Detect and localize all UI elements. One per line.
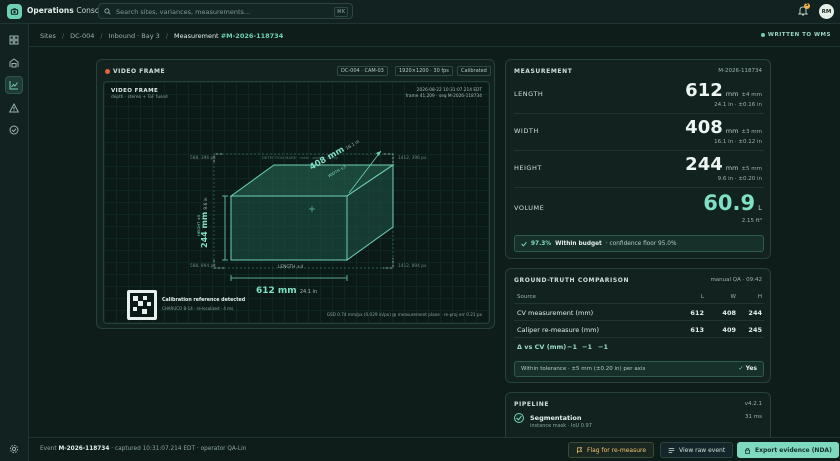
step-check-icon bbox=[514, 413, 524, 423]
top-bar: Operations Console Search sites, varianc… bbox=[0, 0, 840, 24]
coord-bottom-right: 1412, 894 px bbox=[398, 264, 427, 269]
table-row: Caliper re-measure (mm) 613 409 245 bbox=[514, 321, 764, 338]
view-raw-event-button[interactable]: View raw event bbox=[660, 442, 734, 458]
alert-icon[interactable] bbox=[5, 99, 23, 117]
pipeline-version: v4.2.1 bbox=[744, 401, 762, 407]
video-frame-panel: VIDEO FRAME DC-004 · CAM-03 1920×1200 · … bbox=[96, 59, 495, 329]
resolution-chip: 1920×1200 · 30 fps bbox=[395, 66, 453, 76]
breadcrumb-id: #M-2026-118734 bbox=[220, 32, 284, 40]
height-label: HEIGHT bbox=[514, 164, 542, 172]
status-dot-icon bbox=[760, 33, 765, 37]
notification-count-badge: 5 bbox=[804, 3, 810, 9]
sidebar bbox=[0, 24, 29, 461]
measurement-id: M-2026-118734 bbox=[718, 68, 762, 74]
check-icon bbox=[521, 241, 527, 247]
delta-row: Δ vs CV (mm) −1 −1 −1 bbox=[517, 343, 608, 351]
calibrated-chip: Calibrated bbox=[457, 66, 491, 76]
search-input[interactable]: Search sites, variances, measurements...… bbox=[98, 3, 353, 19]
height-tag: HEIGHT ±5 bbox=[196, 214, 201, 236]
measurement-title: MEASUREMENT bbox=[514, 68, 573, 75]
check-circle-icon[interactable] bbox=[5, 121, 23, 139]
event-info: Event M-2026-118734 · captured 10:31:07.… bbox=[40, 446, 247, 452]
export-evidence-button[interactable]: Export evidence (NDA) bbox=[737, 442, 839, 458]
search-icon bbox=[104, 7, 111, 17]
flag-icon bbox=[577, 446, 583, 453]
breadcrumb: Sites / DC-004/ Inbound · Bay 3/ Measurem… bbox=[40, 32, 284, 40]
pipeline-step-sub: instance mask · IoU 0.97 bbox=[530, 423, 592, 429]
ground-truth-title: GROUND-TRUTH COMPARISON bbox=[514, 277, 630, 284]
length-tag: LENGTH ±4 bbox=[278, 265, 304, 270]
length-readout: 612 mm 24.1 in bbox=[256, 286, 318, 296]
volume-sub: 2.15 ft³ bbox=[741, 218, 762, 224]
flag-remeasure-button[interactable]: Flag for re-measure bbox=[568, 442, 655, 458]
written-status: WRITTEN TO WMS bbox=[760, 32, 831, 38]
measurement-panel: MEASUREMENT M-2026-118734 LENGTH 612 mm ±4… bbox=[505, 59, 771, 259]
video-frame[interactable]: VIDEO FRAME depth · stereo + ToF fused 2… bbox=[103, 81, 490, 324]
settings-icon[interactable] bbox=[5, 440, 23, 458]
height-value: 244 mm ±5 mm bbox=[685, 154, 762, 175]
volume-label: VOLUME bbox=[514, 204, 545, 212]
length-sub: 24.1 in · ±0.16 in bbox=[714, 102, 762, 108]
calibration-marker bbox=[127, 290, 157, 320]
coord-top-right: 1412, 396 px bbox=[398, 156, 427, 161]
volume-value: 60.9 L bbox=[703, 191, 762, 215]
table-header: Source L W H bbox=[514, 290, 764, 304]
ground-truth-table: Source L W H CV measurement (mm) 612 408… bbox=[514, 290, 764, 355]
length-label: LENGTH bbox=[514, 90, 544, 98]
tolerance-result: ✓ Yes bbox=[738, 365, 757, 372]
pipeline-panel: PIPELINE v4.2.1 Segmentation instance ma… bbox=[505, 392, 771, 438]
app-logo-icon[interactable] bbox=[7, 4, 22, 19]
lock-icon bbox=[745, 447, 750, 454]
breadcrumb-sites[interactable]: Sites bbox=[40, 32, 56, 40]
record-dot-icon bbox=[105, 69, 110, 74]
user-avatar[interactable]: RM bbox=[819, 4, 834, 19]
coord-bottom-left: 588, 894 px bbox=[190, 264, 216, 269]
coord-top-left: 588, 396 px bbox=[190, 156, 216, 161]
footer-bar: Event M-2026-118734 · captured 10:31:07.… bbox=[29, 437, 840, 461]
grid-icon[interactable] bbox=[5, 31, 23, 49]
gsd-note: GSD 0.74 mm/px (0.029 in/px) @ measureme… bbox=[326, 312, 482, 317]
pipeline-title: PIPELINE bbox=[514, 401, 550, 408]
camera-chip: DC-004 · CAM-03 bbox=[337, 66, 388, 76]
chart-icon[interactable] bbox=[5, 76, 23, 94]
height-dimension-label: 244 mm 9.6 in bbox=[200, 197, 209, 248]
width-label: WIDTH bbox=[514, 127, 539, 135]
video-panel-title: VIDEO FRAME bbox=[105, 68, 165, 75]
ground-truth-meta: manual QA · 09:42 bbox=[710, 277, 762, 283]
width-sub: 16.1 in · ±0.12 in bbox=[714, 139, 762, 145]
pipeline-step-time: 31 ms bbox=[745, 414, 762, 420]
app-title: Operations Console bbox=[27, 6, 107, 15]
height-sub: 9.6 in · ±0.20 in bbox=[717, 176, 762, 182]
search-placeholder: Search sites, variances, measurements... bbox=[116, 7, 251, 16]
warehouse-icon[interactable] bbox=[5, 54, 23, 72]
breadcrumb-site[interactable]: DC-004 bbox=[70, 32, 94, 40]
search-shortcut: ⌘K bbox=[333, 7, 348, 17]
calibration-title: Calibration reference detected bbox=[162, 298, 246, 303]
width-value: 408 mm ±3 mm bbox=[685, 117, 762, 138]
ground-truth-panel: GROUND-TRUTH COMPARISON manual QA · 09:4… bbox=[505, 268, 771, 383]
list-icon bbox=[668, 447, 675, 453]
breadcrumb-current: Measurement #M-2026-118734 bbox=[173, 32, 284, 40]
confidence-budget: 97.3% Within budget · confidence floor 9… bbox=[514, 235, 764, 252]
tolerance-status: Within tolerance · ±5 mm (±0.20 in) per … bbox=[514, 361, 764, 377]
breadcrumb-bay[interactable]: Inbound · Bay 3 bbox=[109, 32, 160, 40]
table-row: CV measurement (mm) 612 408 244 bbox=[514, 304, 764, 321]
calibration-subtitle: CHARUCO B-14 · re-localized · 4 ms bbox=[162, 306, 234, 311]
pipeline-step-name[interactable]: Segmentation bbox=[530, 414, 581, 422]
length-value: 612 mm ±4 mm bbox=[685, 80, 762, 101]
